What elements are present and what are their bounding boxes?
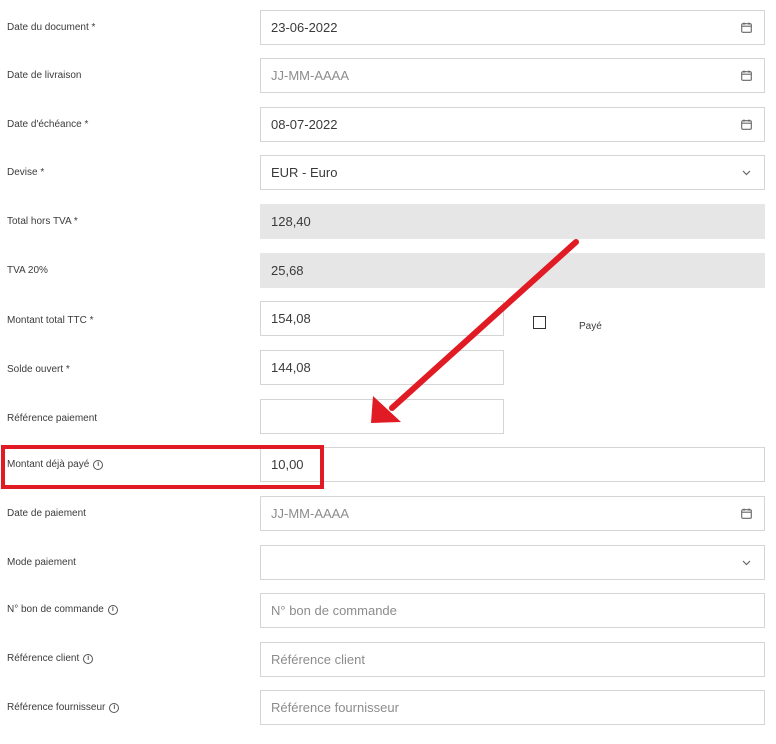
paye-checkbox[interactable]: [533, 316, 546, 329]
label-reference-client-text: Référence client: [7, 653, 80, 664]
label-montant-deja-paye: Montant déjà payé i: [7, 459, 104, 470]
label-date-paiement: Date de paiement: [7, 508, 86, 519]
label-total-hors-tva: Total hors TVA *: [7, 216, 78, 227]
reference-fournisseur-placeholder: Référence fournisseur: [271, 700, 399, 715]
date-echeance-input[interactable]: 08-07-2022: [260, 107, 765, 142]
solde-ouvert-value: 144,08: [271, 360, 311, 375]
reference-fournisseur-input[interactable]: Référence fournisseur: [260, 690, 765, 725]
calendar-icon[interactable]: [740, 508, 752, 520]
solde-ouvert-input[interactable]: 144,08: [260, 350, 504, 385]
reference-paiement-input[interactable]: [260, 399, 504, 434]
label-tva: TVA 20%: [7, 265, 48, 276]
label-reference-paiement: Référence paiement: [7, 413, 98, 424]
label-devise: Devise *: [7, 167, 45, 178]
info-icon[interactable]: i: [83, 653, 94, 664]
label-date-echeance: Date d'échéance *: [7, 119, 89, 130]
label-reference-client: Référence client i: [7, 653, 94, 664]
tva-value: 25,68: [271, 263, 304, 278]
label-bon-commande-text: N° bon de commande: [7, 604, 104, 615]
label-date-document: Date du document *: [7, 22, 96, 33]
date-paiement-placeholder: JJ-MM-AAAA: [271, 506, 349, 521]
info-icon[interactable]: i: [93, 459, 104, 470]
date-livraison-input[interactable]: JJ-MM-AAAA: [260, 58, 765, 93]
label-reference-fournisseur: Référence fournisseur i: [7, 702, 120, 713]
montant-deja-paye-value: 10,00: [271, 457, 304, 472]
montant-total-ttc-value: 154,08: [271, 311, 311, 326]
calendar-icon[interactable]: [740, 119, 752, 131]
devise-value: EUR - Euro: [271, 165, 338, 180]
total-hors-tva-field: 128,40: [260, 204, 765, 239]
total-hors-tva-value: 128,40: [271, 214, 311, 229]
tva-field: 25,68: [260, 253, 765, 288]
label-montant-total-ttc: Montant total TTC *: [7, 315, 94, 326]
label-reference-fournisseur-text: Référence fournisseur: [7, 702, 106, 713]
label-montant-deja-paye-text: Montant déjà payé: [7, 459, 90, 470]
montant-total-ttc-input[interactable]: 154,08: [260, 301, 504, 336]
calendar-icon[interactable]: [740, 70, 752, 82]
date-echeance-value: 08-07-2022: [271, 117, 338, 132]
devise-select[interactable]: EUR - Euro: [260, 155, 765, 190]
label-date-livraison: Date de livraison: [7, 70, 82, 81]
reference-client-placeholder: Référence client: [271, 652, 365, 667]
date-livraison-placeholder: JJ-MM-AAAA: [271, 68, 349, 83]
label-bon-commande: N° bon de commande i: [7, 604, 118, 615]
chevron-down-icon[interactable]: [740, 557, 752, 569]
bon-commande-placeholder: N° bon de commande: [271, 603, 397, 618]
date-document-input[interactable]: 23-06-2022: [260, 10, 765, 45]
mode-paiement-select[interactable]: [260, 545, 765, 580]
reference-client-input[interactable]: Référence client: [260, 642, 765, 677]
date-document-value: 23-06-2022: [271, 20, 338, 35]
label-mode-paiement: Mode paiement: [7, 557, 76, 568]
calendar-icon[interactable]: [740, 22, 752, 34]
bon-commande-input[interactable]: N° bon de commande: [260, 593, 765, 628]
montant-deja-paye-input[interactable]: 10,00: [260, 447, 765, 482]
date-paiement-input[interactable]: JJ-MM-AAAA: [260, 496, 765, 531]
label-solde-ouvert: Solde ouvert *: [7, 364, 70, 375]
chevron-down-icon[interactable]: [740, 167, 752, 179]
paye-label: Payé: [579, 321, 602, 332]
info-icon[interactable]: i: [107, 604, 118, 615]
info-icon[interactable]: i: [109, 702, 120, 713]
